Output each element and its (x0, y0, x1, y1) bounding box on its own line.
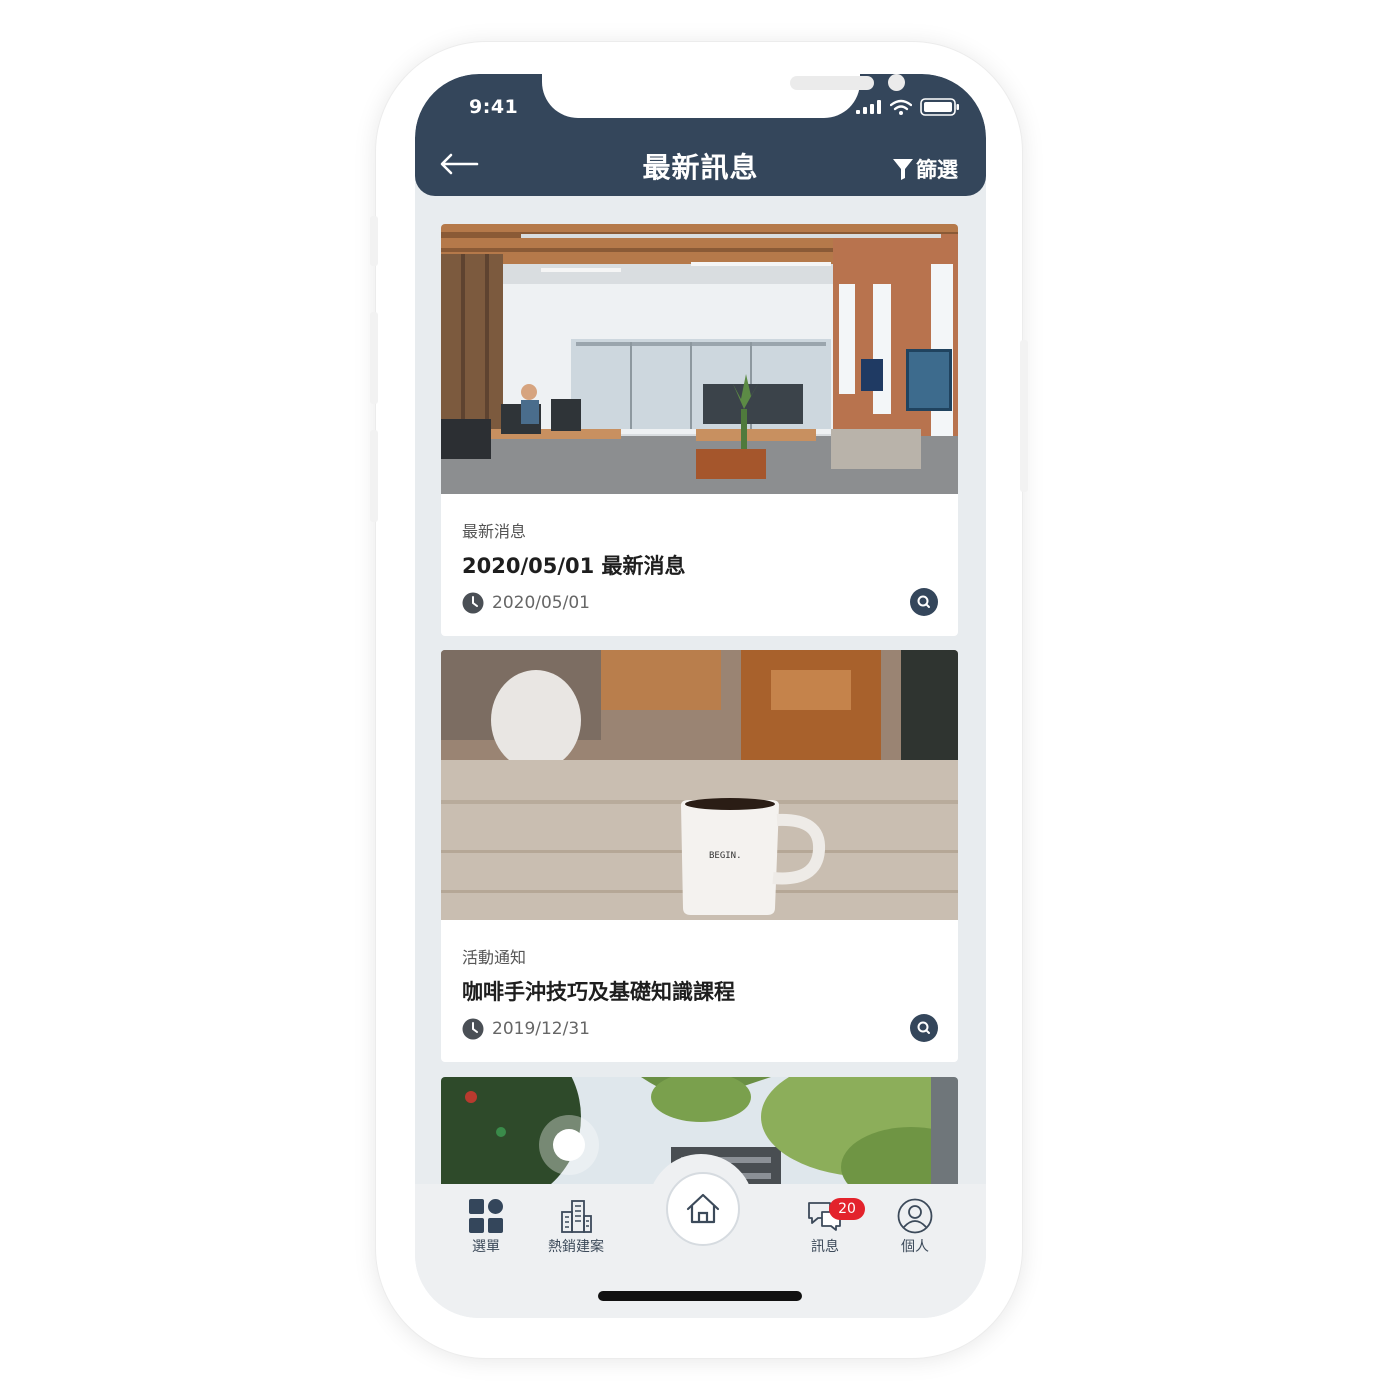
tab-label: 熱銷建案 (548, 1239, 604, 1255)
mute-switch (370, 430, 378, 522)
status-time: 9:41 (469, 96, 519, 118)
home-icon (686, 1193, 720, 1224)
search-icon[interactable] (910, 1014, 938, 1042)
power-button (1020, 340, 1028, 492)
mug-text: BEGIN. (709, 851, 742, 861)
status-icons (856, 98, 960, 116)
clock-icon (462, 592, 484, 614)
card-date: 2020/05/01 (462, 592, 590, 614)
user-icon (897, 1198, 933, 1234)
card-title[interactable]: 2020/05/01 最新消息 (462, 550, 686, 580)
bottom-tab-bar: 選單 熱銷建案 訊息 20 個人 (415, 1154, 986, 1268)
coffee-mug-photo: BEGIN. (441, 650, 958, 920)
tab-menu[interactable]: 選單 (446, 1198, 526, 1256)
speaker-grille (790, 76, 874, 90)
card-date-text: 2019/12/31 (492, 1019, 590, 1039)
clock-icon (462, 1018, 484, 1040)
tab-profile[interactable]: 個人 (875, 1198, 955, 1256)
card-date-text: 2020/05/01 (492, 593, 590, 613)
card-title[interactable]: 咖啡手沖技巧及基礎知識課程 (462, 976, 735, 1006)
status-bar: 9:41 (415, 74, 986, 134)
wifi-icon (890, 99, 912, 115)
volume-down-button (370, 312, 378, 404)
home-button[interactable] (666, 1172, 740, 1246)
front-camera (888, 74, 905, 91)
phone-screen: 最新訊息 篩選 9:41 最新消息 2020/05/01 最新消息 2020/0… (415, 74, 986, 1318)
filter-button[interactable]: 篩選 (892, 154, 958, 184)
news-card[interactable]: BEGIN. 活動通知 咖啡手沖技巧及基礎知識課程 2019/12/31 (441, 650, 958, 1062)
office-photo (441, 224, 958, 494)
funnel-icon (893, 159, 913, 180)
tab-label: 選單 (472, 1239, 500, 1255)
search-icon[interactable] (910, 588, 938, 616)
volume-up-button (370, 216, 378, 266)
card-category: 最新消息 (462, 522, 527, 541)
notch (542, 74, 905, 118)
tab-label: 個人 (901, 1239, 929, 1255)
signal-icon (856, 100, 881, 114)
grid-icon (469, 1199, 503, 1233)
card-category: 活動通知 (462, 948, 527, 967)
battery-icon (920, 98, 959, 116)
buildings-icon (561, 1200, 592, 1233)
filter-label: 篩選 (916, 158, 958, 182)
news-card[interactable]: 最新消息 2020/05/01 最新消息 2020/05/01 (441, 224, 958, 636)
tab-hot-projects[interactable]: 熱銷建案 (536, 1198, 616, 1256)
home-indicator[interactable] (598, 1291, 802, 1301)
unread-badge: 20 (829, 1198, 865, 1220)
card-date: 2019/12/31 (462, 1018, 590, 1040)
tab-label: 訊息 (811, 1239, 839, 1255)
